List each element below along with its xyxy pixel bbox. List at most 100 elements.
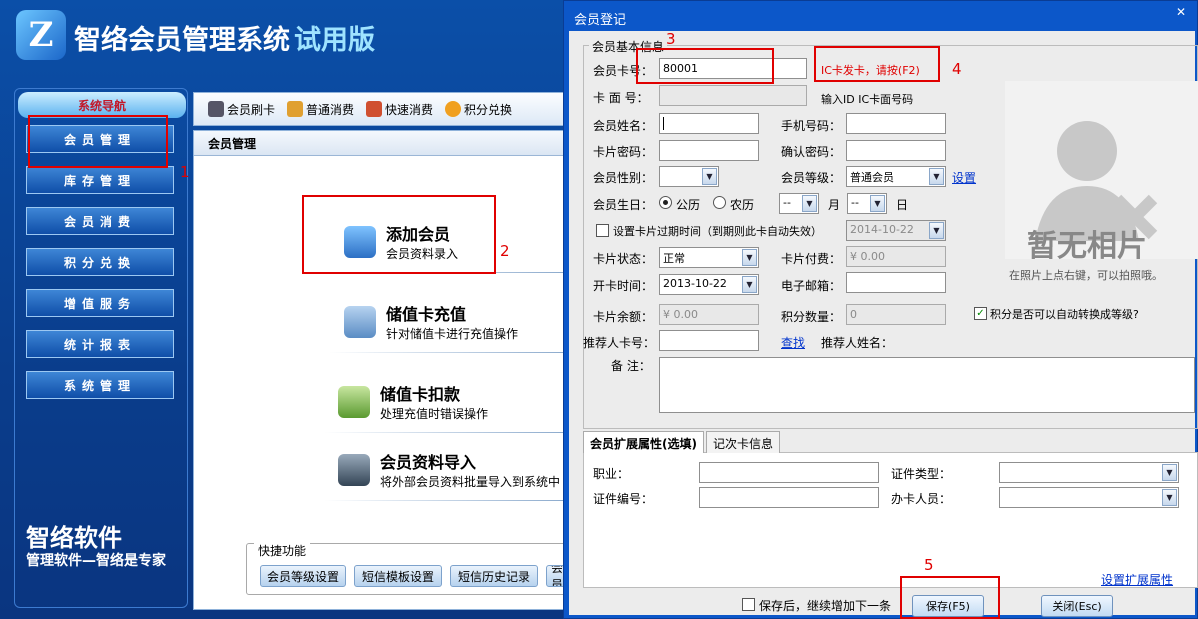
lightning-icon: [366, 101, 383, 117]
lunar-radio[interactable]: [713, 196, 726, 209]
nav-item-reports[interactable]: 统计报表: [26, 330, 174, 358]
member-import-button[interactable]: 会员资料导入将外部会员资料批量导入到系统中: [338, 449, 560, 490]
annotation-number-4: 4: [952, 60, 962, 78]
member-level-settings-button[interactable]: 会员等级设置: [260, 565, 346, 587]
phone-label: 手机号码：: [781, 119, 842, 133]
auto-upgrade-label: 积分是否可以自动转换成等级?: [990, 308, 1139, 321]
phone-input[interactable]: [846, 113, 946, 134]
confirm-password-label: 确认密码：: [781, 145, 842, 159]
toolbar-label: 积分兑换: [464, 102, 513, 117]
solar-label: 公历: [676, 198, 701, 212]
annotation-number-2: 2: [500, 242, 510, 260]
auto-upgrade-checkbox[interactable]: ✓: [974, 307, 987, 320]
money-icon: [338, 385, 370, 418]
nav-item-consumption[interactable]: 会员消费: [26, 207, 174, 235]
gender-select[interactable]: ▼: [659, 166, 719, 187]
quick-functions-label: 快捷功能: [254, 542, 311, 559]
function-desc: 将外部会员资料批量导入到系统中: [380, 475, 561, 489]
job-input[interactable]: [699, 462, 879, 483]
close-button[interactable]: 关闭(Esc): [1041, 595, 1113, 617]
open-time-label: 开卡时间：: [593, 279, 654, 293]
card-status-label: 卡片状态：: [593, 252, 654, 266]
refresh-icon: [445, 101, 462, 117]
stored-card-recharge-button[interactable]: 储值卡充值 针对储值卡进行充值操作: [344, 301, 518, 342]
stored-card-deduct-button[interactable]: 储值卡扣款 处理充值时错误操作: [338, 381, 488, 422]
annotation-number-1: 1: [180, 163, 190, 181]
panel-title: 会员管理: [194, 131, 570, 156]
edition-label: 试用版: [294, 25, 375, 56]
open-time-value: 2013-10-22: [663, 277, 727, 290]
email-label: 电子邮箱：: [781, 279, 842, 293]
nav-item-inventory[interactable]: 库存管理: [26, 166, 174, 194]
balance-label: 卡片余额：: [593, 310, 654, 324]
name-input[interactable]: [659, 113, 759, 134]
laptop-icon: [338, 453, 370, 486]
divider: [324, 500, 569, 501]
function-desc: 针对储值卡进行充值操作: [386, 327, 519, 341]
nav-item-points-exchange[interactable]: 积分兑换: [26, 248, 174, 276]
level-select[interactable]: 普通会员 ▼: [846, 166, 946, 187]
toolbar-card-swipe[interactable]: 会员刷卡: [208, 101, 275, 118]
day-unit: 日: [896, 198, 909, 212]
card-face-hint: 输入ID IC卡面号码: [821, 93, 914, 106]
email-input[interactable]: [846, 272, 946, 293]
id-number-label: 证件编号：: [593, 492, 654, 506]
month-value: --: [783, 196, 791, 209]
toolbar-points-exchange[interactable]: 积分兑换: [445, 101, 512, 118]
chevron-down-icon: ▼: [802, 195, 817, 212]
solar-radio[interactable]: [659, 196, 672, 209]
chevron-down-icon: ▼: [742, 249, 757, 266]
divider: [329, 352, 569, 353]
job-label: 职业：: [593, 467, 630, 481]
remark-label: 备 注：: [611, 359, 651, 373]
staff-select[interactable]: ▼: [999, 487, 1179, 508]
birth-month-select[interactable]: -- ▼: [779, 193, 819, 214]
main-window: Z 智络会员管理系统 试用版 系统导航 会员管理 库存管理 会员消费 积分兑换 增…: [0, 0, 576, 619]
toolbar-normal-consume[interactable]: 普通消费: [287, 101, 354, 118]
app-title-text: 智络会员管理系统: [74, 25, 290, 56]
month-unit: 月: [828, 198, 841, 212]
level-label: 会员等级：: [781, 171, 842, 185]
brand-tagline: 管理软件—智络是专家: [26, 553, 166, 569]
tab-extended-attributes[interactable]: 会员扩展属性(选填): [583, 431, 704, 453]
confirm-password-input[interactable]: [846, 140, 946, 161]
close-icon[interactable]: ✕: [1176, 5, 1194, 23]
continue-checkbox[interactable]: [742, 598, 755, 611]
expire-label: 设置卡片过期时间（到期则此卡自动失效）: [613, 225, 822, 238]
function-title: 储值卡扣款: [380, 385, 461, 404]
extended-attributes-link[interactable]: 设置扩展属性: [1101, 571, 1173, 588]
referrer-label: 推荐人卡号：: [583, 336, 656, 350]
open-time-select[interactable]: 2013-10-22 ▼: [659, 274, 759, 295]
referrer-input[interactable]: [659, 330, 759, 351]
toolbar-quick-consume[interactable]: 快速消费: [366, 101, 433, 118]
card-face-label: 卡 面 号：: [593, 91, 649, 105]
points-label: 积分数量：: [781, 310, 842, 324]
remark-textarea[interactable]: [659, 357, 1195, 413]
id-number-input[interactable]: [699, 487, 879, 508]
person-icon: [287, 101, 304, 117]
tab-count-card[interactable]: 记次卡信息: [706, 431, 781, 453]
sms-history-button[interactable]: 短信历史记录: [450, 565, 538, 587]
dialog-title: 会员登记: [574, 13, 627, 28]
sms-template-button[interactable]: 短信模板设置: [354, 565, 442, 587]
find-referrer-link[interactable]: 查找: [781, 334, 805, 351]
function-title: 会员资料导入: [380, 453, 477, 472]
nav-item-system[interactable]: 系统管理: [26, 371, 174, 399]
points-input: 0: [846, 304, 946, 325]
toolbar: 会员刷卡 普通消费 快速消费 积分兑换: [193, 92, 571, 126]
card-fee-label: 卡片付费：: [781, 252, 842, 266]
level-settings-link[interactable]: 设置: [952, 169, 976, 186]
birth-day-select[interactable]: -- ▼: [847, 193, 887, 214]
id-type-select[interactable]: ▼: [999, 462, 1179, 483]
nav-item-value-added[interactable]: 增值服务: [26, 289, 174, 317]
continue-label: 保存后，继续增加下一条: [759, 599, 892, 613]
annotation-box-4: [814, 46, 940, 82]
name-label: 会员姓名：: [593, 119, 654, 133]
card-password-input[interactable]: [659, 140, 759, 161]
expire-checkbox[interactable]: [596, 224, 609, 237]
chevron-down-icon: ▼: [702, 168, 717, 185]
no-photo-text: 暂无相片: [1027, 229, 1147, 264]
card-status-select[interactable]: 正常 ▼: [659, 247, 759, 268]
photo-hint: 在照片上点右键，可以拍照哦。: [1009, 269, 1163, 282]
chevron-down-icon: ▼: [1162, 489, 1177, 506]
